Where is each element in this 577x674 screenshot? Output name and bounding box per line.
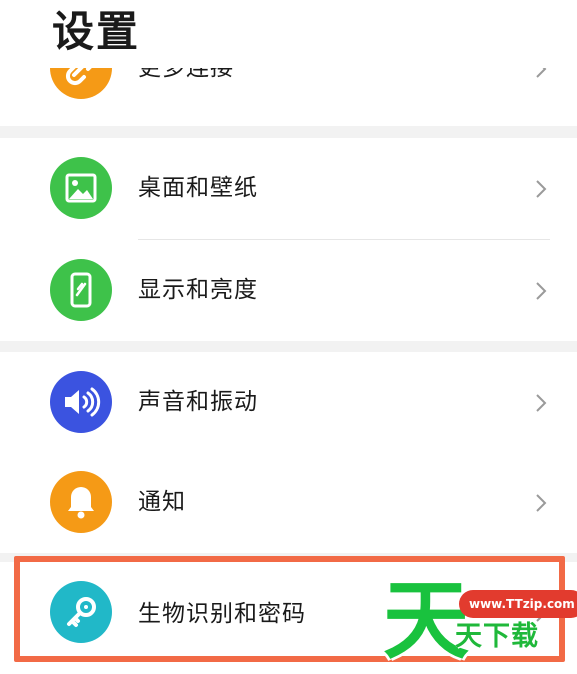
settings-item-notifications[interactable]: 通知 [0,452,577,553]
chevron-right-icon [536,282,547,300]
chevron-right-icon [536,494,547,512]
settings-item-label: 通知 [138,489,186,515]
settings-item-label: 桌面和壁纸 [138,175,258,201]
page-title: 设置 [52,7,141,56]
watermark-logo-char: 天 [383,571,469,671]
settings-item-wallpaper[interactable]: 桌面和壁纸 [0,138,577,239]
chevron-right-icon [536,180,547,198]
watermark-text: 天下载 [455,621,539,652]
settings-item-more-connections[interactable]: 更多连接 [0,68,577,119]
settings-item-label: 声音和振动 [138,389,258,415]
image-icon [50,157,112,219]
section-gap [0,126,577,138]
chevron-right-icon [536,68,547,78]
header-bar: 设置 [0,0,577,68]
speaker-icon [50,371,112,433]
settings-item-display[interactable]: 显示和亮度 [0,240,577,341]
chevron-right-icon [536,394,547,412]
phone-display-icon [50,259,112,321]
watermark-url-badge: www.TTzip.com [459,590,577,618]
bell-icon [50,471,112,533]
settings-item-label: 更多连接 [138,68,234,81]
settings-list-scrolled-section: 更多连接 [0,68,577,126]
section-gap [0,341,577,352]
link-icon [50,68,112,99]
settings-item-sound[interactable]: 声音和振动 [0,352,577,453]
settings-item-label: 显示和亮度 [138,277,258,303]
